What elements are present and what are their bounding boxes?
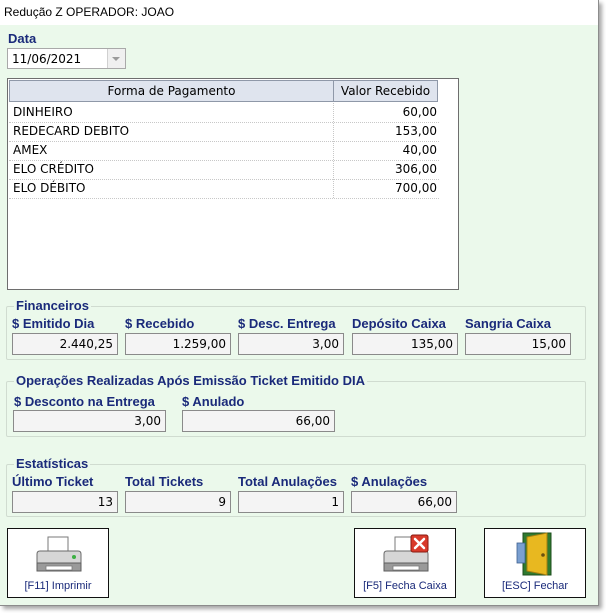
desc-entrega-label: $ Desc. Entrega xyxy=(238,316,336,331)
anulacoes-field[interactable]: 66,00 xyxy=(351,491,457,513)
sangria-caixa-label: Sangria Caixa xyxy=(465,316,551,331)
anulado-label: $ Anulado xyxy=(182,394,245,409)
printer-close-icon xyxy=(383,534,429,572)
desconto-entrega-field[interactable]: 3,00 xyxy=(13,410,166,432)
financeiros-title: Financeiros xyxy=(14,298,91,313)
payment-value-cell: 60,00 xyxy=(402,105,437,119)
recebido-field[interactable]: 1.259,00 xyxy=(125,333,231,355)
fechar-button[interactable]: [ESC] Fechar xyxy=(484,528,586,598)
total-tickets-label: Total Tickets xyxy=(125,474,204,489)
fecha-caixa-button[interactable]: [F5] Fecha Caixa xyxy=(354,528,456,598)
deposito-caixa-field[interactable]: 135,00 xyxy=(352,333,458,355)
emitido-dia-label: $ Emitido Dia xyxy=(12,316,95,331)
date-value: 11/06/2021 xyxy=(12,52,82,66)
total-tickets-field[interactable]: 9 xyxy=(125,491,231,513)
payment-value-cell: 306,00 xyxy=(395,162,437,176)
payment-method-cell: AMEX xyxy=(13,143,48,157)
chevron-down-icon xyxy=(112,57,120,61)
total-anulacoes-field[interactable]: 1 xyxy=(238,491,344,513)
total-anulacoes-label: Total Anulações xyxy=(238,474,337,489)
recebido-label: $ Recebido xyxy=(125,316,195,331)
table-row[interactable]: AMEX 40,00 xyxy=(9,141,439,161)
payment-value-cell: 153,00 xyxy=(395,124,437,138)
column-header-forma-pagamento[interactable]: Forma de Pagamento xyxy=(9,80,334,102)
payment-method-cell: ELO DÉBITO xyxy=(13,181,86,195)
printer-icon xyxy=(36,536,82,572)
payment-method-cell: REDECARD DEBITO xyxy=(13,124,130,138)
table-row[interactable]: ELO CRÉDITO 306,00 xyxy=(9,160,439,180)
fecha-caixa-button-label: [F5] Fecha Caixa xyxy=(363,580,447,592)
date-picker[interactable]: 11/06/2021 xyxy=(7,48,126,69)
title-bar: Redução Z OPERADOR: JOAO xyxy=(0,0,598,25)
payments-table[interactable]: Forma de Pagamento Valor Recebido DINHEI… xyxy=(7,78,459,290)
anulacoes-label: $ Anulações xyxy=(351,474,428,489)
anulado-field[interactable]: 66,00 xyxy=(182,410,335,432)
payment-method-cell: ELO CRÉDITO xyxy=(13,162,94,176)
desc-entrega-field[interactable]: 3,00 xyxy=(238,333,344,355)
column-header-valor-recebido[interactable]: Valor Recebido xyxy=(333,80,438,102)
window-title: Redução Z OPERADOR: JOAO xyxy=(4,5,175,19)
exit-door-icon xyxy=(516,532,552,576)
deposito-caixa-label: Depósito Caixa xyxy=(352,316,446,331)
ultimo-ticket-field[interactable]: 13 xyxy=(12,491,118,513)
reducao-z-window: Redução Z OPERADOR: JOAO Data 11/06/2021… xyxy=(0,0,599,606)
operacoes-title: Operações Realizadas Após Emissão Ticket… xyxy=(14,373,367,388)
payment-value-cell: 700,00 xyxy=(395,181,437,195)
fechar-button-label: [ESC] Fechar xyxy=(501,580,569,592)
emitido-dia-field[interactable]: 2.440,25 xyxy=(12,333,118,355)
date-dropdown-button[interactable] xyxy=(107,49,125,68)
date-label: Data xyxy=(8,31,37,46)
imprimir-button[interactable]: [F11] Imprimir xyxy=(7,528,109,598)
payment-method-cell: DINHEIRO xyxy=(13,105,73,119)
table-row[interactable]: REDECARD DEBITO 153,00 xyxy=(9,122,439,142)
payment-value-cell: 40,00 xyxy=(402,143,437,157)
desconto-entrega-label: $ Desconto na Entrega xyxy=(14,394,155,409)
imprimir-button-label: [F11] Imprimir xyxy=(24,580,92,592)
estatisticas-title: Estatísticas xyxy=(14,456,91,471)
ultimo-ticket-label: Último Ticket xyxy=(12,474,94,489)
table-row[interactable]: ELO DÉBITO 700,00 xyxy=(9,179,439,199)
table-row[interactable]: DINHEIRO 60,00 xyxy=(9,103,439,123)
sangria-caixa-field[interactable]: 15,00 xyxy=(465,333,571,355)
